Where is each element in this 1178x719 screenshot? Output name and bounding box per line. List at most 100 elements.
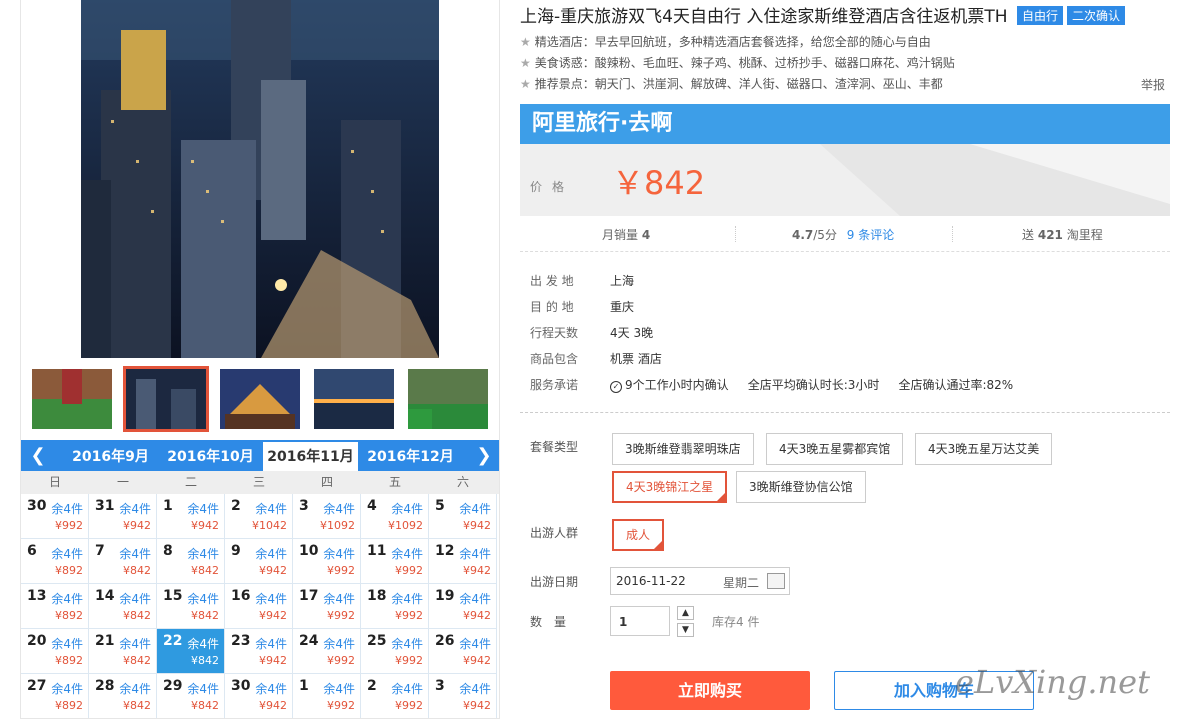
feature-line: ★ 推荐景点：朝天门、洪崖洞、解放碑、洋人街、磁器口、渣滓洞、巫山、丰都: [520, 77, 943, 91]
day-number: 29: [163, 678, 183, 694]
stock-text: 库存4 件: [712, 615, 760, 629]
day-stock: 余4件: [187, 637, 219, 651]
calendar-day[interactable]: 2 余4件 ¥992: [361, 674, 429, 718]
qty-decrease-icon[interactable]: ▼: [677, 623, 694, 637]
product-title: 上海-重庆旅游双飞4天自由行 入住途家斯维登酒店含往返机票TH 自由行 二次确认: [520, 2, 1125, 27]
travel-date-field[interactable]: 2016-11-22 星期二: [610, 567, 790, 595]
calendar-day[interactable]: 27 余4件 ¥892: [21, 674, 89, 718]
day-price: ¥892: [55, 699, 83, 712]
day-price: ¥942: [463, 699, 491, 712]
gallery-thumbnail[interactable]: [408, 369, 488, 429]
month-tab[interactable]: 2016年9月: [63, 442, 158, 471]
main-product-photo: [81, 0, 439, 358]
month-tab[interactable]: 2016年12月: [363, 442, 458, 471]
calendar-day[interactable]: 8 余4件 ¥842: [157, 539, 225, 584]
calendar-icon[interactable]: [767, 573, 785, 589]
prev-month-arrow-icon[interactable]: ❮: [23, 440, 53, 471]
day-number: 8: [163, 543, 173, 559]
day-number: 3: [299, 498, 309, 514]
calendar-day[interactable]: 1 余4件 ¥942: [157, 494, 225, 539]
package-option-selected[interactable]: 4天3晚锦江之星: [612, 471, 728, 503]
day-number: 2: [231, 498, 241, 514]
day-stock: 余4件: [459, 592, 491, 606]
package-option[interactable]: 4天3晚五星万达艾美: [915, 433, 1053, 465]
day-price: ¥892: [55, 654, 83, 667]
calendar-day[interactable]: 11 余4件 ¥992: [361, 539, 429, 584]
calendar-day[interactable]: 15 余4件 ¥842: [157, 584, 225, 629]
info-row: 服务承诺 ✓ 9个工作小时内确认 全店平均确认时长:3小时 全店确认通过率:82%: [530, 378, 1014, 393]
calendar-month-bar: ❮ 2016年9月 2016年10月 2016年11月 2016年12月 ❯: [21, 440, 499, 471]
calendar-day[interactable]: 12 余4件 ¥942: [429, 539, 497, 584]
day-stock: 余4件: [51, 682, 83, 696]
calendar-day[interactable]: 7 余4件 ¥842: [89, 539, 157, 584]
day-number: 13: [27, 588, 47, 604]
calendar-day[interactable]: 28 余4件 ¥842: [89, 674, 157, 718]
quantity-input[interactable]: 1: [610, 606, 670, 636]
package-option[interactable]: 3晚斯维登翡翠明珠店: [612, 433, 754, 465]
gallery-thumbnail[interactable]: [220, 369, 300, 429]
gallery-thumbnail[interactable]: [314, 369, 394, 429]
day-stock: 余4件: [323, 502, 355, 516]
calendar-day[interactable]: 9 余4件 ¥942: [225, 539, 293, 584]
buy-now-button[interactable]: 立即购买: [610, 671, 810, 710]
calendar-day[interactable]: 1 余4件 ¥992: [293, 674, 361, 718]
day-price: ¥992: [327, 654, 355, 667]
mileage-reward: 送 421 淘里程: [1022, 228, 1103, 242]
package-option[interactable]: 3晚斯维登协信公馆: [736, 471, 866, 503]
month-tab-active[interactable]: 2016年11月: [263, 442, 358, 471]
calendar-day[interactable]: 20 余4件 ¥892: [21, 629, 89, 674]
calendar-day[interactable]: 21 余4件 ¥842: [89, 629, 157, 674]
gallery-thumbnail[interactable]: [32, 369, 112, 429]
date-value: 2016-11-22: [616, 574, 686, 588]
day-stock: 余4件: [391, 547, 423, 561]
package-option[interactable]: 4天3晚五星雾都宾馆: [766, 433, 904, 465]
calendar-day[interactable]: 4 余4件 ¥1092: [361, 494, 429, 539]
day-price: ¥992: [395, 609, 423, 622]
day-number: 7: [95, 543, 105, 559]
qty-increase-icon[interactable]: ▲: [677, 606, 694, 620]
day-stock: 余4件: [119, 502, 151, 516]
calendar-day[interactable]: 29 余4件 ¥842: [157, 674, 225, 718]
month-tab[interactable]: 2016年10月: [163, 442, 258, 471]
feature-line: ★ 精选酒店：早去早回航班，多种精选酒店套餐选择，给您全部的随心与自由: [520, 35, 931, 49]
day-price: ¥942: [191, 519, 219, 532]
calendar-day[interactable]: 17 余4件 ¥992: [293, 584, 361, 629]
calendar-day[interactable]: 24 余4件 ¥992: [293, 629, 361, 674]
day-stock: 余4件: [391, 637, 423, 651]
calendar-day[interactable]: 25 余4件 ¥992: [361, 629, 429, 674]
calendar-day[interactable]: 14 余4件 ¥842: [89, 584, 157, 629]
calendar-day[interactable]: 19 余4件 ¥942: [429, 584, 497, 629]
rating: 4.7/5分 9 条评论: [792, 228, 895, 242]
crowd-option-selected[interactable]: 成人: [612, 519, 665, 551]
day-number: 5: [435, 498, 445, 514]
report-link[interactable]: 举报: [1141, 76, 1165, 93]
calendar-day[interactable]: 16 余4件 ¥942: [225, 584, 293, 629]
calendar-day[interactable]: 2 余4件 ¥1042: [225, 494, 293, 539]
calendar-day[interactable]: 23 余4件 ¥942: [225, 629, 293, 674]
calendar-day[interactable]: 31 余4件 ¥942: [89, 494, 157, 539]
star-icon: ★: [520, 56, 531, 70]
day-price: ¥942: [123, 519, 151, 532]
calendar-day[interactable]: 6 余4件 ¥892: [21, 539, 89, 584]
next-month-arrow-icon[interactable]: ❯: [469, 440, 499, 471]
calendar-day[interactable]: 18 余4件 ¥992: [361, 584, 429, 629]
day-number: 28: [95, 678, 115, 694]
day-price: ¥892: [55, 564, 83, 577]
brand-logo-text: 阿里旅行·去啊: [532, 111, 673, 136]
day-price: ¥942: [463, 609, 491, 622]
day-stock: 余4件: [391, 502, 423, 516]
calendar-day[interactable]: 13 余4件 ¥892: [21, 584, 89, 629]
calendar-day-selected[interactable]: 22 余4件 ¥842: [157, 629, 225, 674]
calendar-day[interactable]: 26 余4件 ¥942: [429, 629, 497, 674]
reviews-link[interactable]: 9 条评论: [847, 228, 894, 242]
gallery-thumbnail-selected[interactable]: [123, 366, 209, 432]
date-label: 出游日期: [530, 575, 579, 589]
day-stock: 余4件: [459, 637, 491, 651]
calendar-day[interactable]: 30 余4件 ¥942: [225, 674, 293, 718]
calendar-day[interactable]: 30 余4件 ¥992: [21, 494, 89, 539]
weekday-label: 六: [456, 475, 469, 489]
calendar-day[interactable]: 3 余4件 ¥1092: [293, 494, 361, 539]
calendar-day[interactable]: 10 余4件 ¥992: [293, 539, 361, 584]
calendar-day[interactable]: 5 余4件 ¥942: [429, 494, 497, 539]
calendar-day[interactable]: 3 余4件 ¥942: [429, 674, 497, 718]
